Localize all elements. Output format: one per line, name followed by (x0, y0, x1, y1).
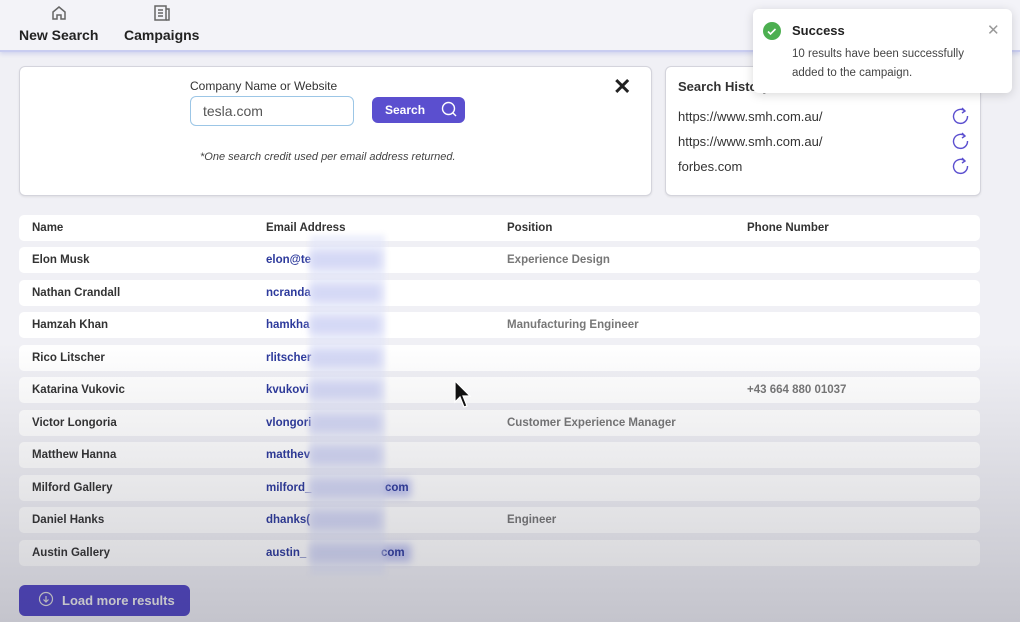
company-search-input[interactable] (190, 96, 354, 126)
refresh-icon[interactable] (952, 157, 970, 180)
contact-email[interactable]: austin_ (266, 547, 306, 559)
refresh-icon[interactable] (952, 132, 970, 155)
contact-email[interactable]: ncranda (266, 287, 311, 299)
table-header: Name Email Address Position Phone Number (19, 215, 980, 241)
column-header: Position (507, 222, 553, 234)
success-toast: Success 10 results have been successfull… (753, 9, 1012, 93)
table-row[interactable]: Daniel Hanks dhanks( Engineer (19, 507, 980, 533)
contact-name: Austin Gallery (32, 546, 110, 559)
campaigns-icon (124, 4, 199, 24)
contact-email[interactable]: vlongori (266, 417, 311, 429)
table-row[interactable]: Victor Longoria vlongori Customer Experi… (19, 409, 980, 436)
arrow-down-circle-icon (38, 591, 54, 610)
credit-note: *One search credit used per email addres… (200, 151, 456, 163)
column-header: Email Address (266, 222, 346, 234)
contact-email[interactable]: hamkha (266, 319, 309, 331)
search-button[interactable]: Search (372, 97, 465, 123)
email-end: com (385, 481, 409, 494)
table-row[interactable]: Rico Litscher rlitscher (19, 344, 980, 371)
redaction-blur (310, 235, 385, 575)
contact-name: Elon Musk (32, 254, 90, 266)
contact-name: Rico Litscher (32, 351, 105, 364)
contact-phone: +43 664 880 01037 (747, 384, 847, 396)
refresh-icon[interactable] (952, 107, 970, 130)
table-row[interactable]: Hamzah Khan hamkha Manufacturing Enginee… (19, 312, 980, 338)
search-button-label: Search (385, 103, 426, 117)
contact-name: Katarina Vukovic (32, 384, 125, 396)
contact-email[interactable]: elon@te (266, 254, 311, 266)
mouse-cursor-icon (454, 379, 474, 415)
load-more-label: Load more results (62, 593, 175, 608)
column-header: Phone Number (747, 222, 829, 234)
history-item[interactable]: forbes.com (678, 159, 742, 174)
search-label: Company Name or Website (190, 79, 338, 93)
contact-email[interactable]: rlitscher (266, 352, 311, 364)
table-row[interactable]: Katarina Vukovic kvukovi +43 664 880 010… (19, 377, 980, 403)
search-icon (441, 101, 457, 120)
check-circle-icon (763, 22, 781, 40)
contact-email[interactable]: kvukovi (266, 384, 309, 396)
toast-message: 10 results have been successfully added … (792, 48, 964, 79)
contact-name: Hamzah Khan (32, 319, 109, 331)
table-row[interactable]: Austin Gallery austin_ com (19, 539, 980, 566)
contact-name: Matthew Hanna (32, 449, 117, 461)
contact-name: Victor Longoria (32, 416, 117, 429)
table-row[interactable]: Elon Musk elon@te Experience Design (19, 247, 980, 273)
contact-email[interactable]: matthev (266, 449, 310, 461)
contact-name: Nathan Crandall (32, 286, 121, 299)
column-header: Name (32, 222, 64, 234)
contact-name: Daniel Hanks (32, 514, 105, 526)
history-item[interactable]: https://www.smh.com.au/ (678, 109, 823, 124)
contact-name: Milford Gallery (32, 481, 113, 494)
history-item[interactable]: https://www.smh.com.au/ (678, 134, 823, 149)
contact-position: Experience Design (507, 254, 610, 266)
nav-new-search[interactable]: New Search (19, 4, 98, 43)
toast-title: Success (792, 23, 845, 38)
contact-position: Manufacturing Engineer (507, 319, 639, 331)
contact-position: Customer Experience Manager (507, 416, 676, 429)
toast-close-icon[interactable]: ✕ (987, 21, 1000, 39)
table-row[interactable]: Milford Gallery milford_ com (19, 474, 980, 501)
contact-email[interactable]: dhanks( (266, 514, 310, 526)
table-row[interactable]: Nathan Crandall ncranda (19, 279, 980, 306)
table-row[interactable]: Matthew Hanna matthev (19, 442, 980, 468)
load-more-button[interactable]: Load more results (19, 585, 190, 616)
nav-label: New Search (19, 27, 99, 43)
home-icon (19, 4, 98, 24)
contact-position: Engineer (507, 514, 557, 526)
nav-label: Campaigns (124, 27, 200, 43)
close-icon[interactable]: ✕ (613, 76, 631, 98)
contact-email[interactable]: milford_ (266, 482, 311, 494)
nav-campaigns[interactable]: Campaigns (124, 4, 199, 43)
